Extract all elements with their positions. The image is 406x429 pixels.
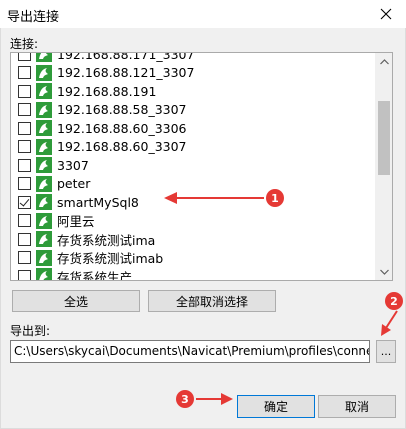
connection-checkbox[interactable] — [18, 158, 31, 172]
vertical-scrollbar[interactable] — [375, 53, 392, 280]
connection-row[interactable]: smartMySql8 — [11, 193, 375, 212]
export-to-label: 导出到: — [10, 324, 51, 338]
chevron-up-icon — [380, 58, 389, 64]
mysql-dolphin-icon — [36, 83, 52, 100]
connection-checkbox[interactable] — [18, 251, 31, 265]
annotation-badge-3: 3 — [176, 390, 194, 408]
scroll-up-arrow[interactable] — [376, 53, 392, 70]
annotation-arrow-2 — [381, 310, 398, 336]
export-path-input[interactable]: C:\Users\skycai\Documents\Navicat\Premiu… — [10, 340, 370, 363]
mysql-dolphin-icon — [36, 120, 52, 137]
scroll-thumb[interactable] — [378, 101, 390, 175]
connection-name: smartMySql8 — [57, 194, 139, 210]
close-button[interactable] — [366, 0, 406, 28]
connection-checkbox[interactable] — [18, 269, 31, 280]
connection-row[interactable]: 192.168.88.60_3307 — [11, 138, 375, 157]
connection-row[interactable]: 192.168.88.191 — [11, 82, 375, 101]
connection-row[interactable]: 存货系统生产 — [11, 267, 375, 281]
connection-list-items: 192.168.88.171_3307 192.168.88.121_3307 19… — [11, 52, 375, 281]
connection-name: 192.168.88.60_3306 — [57, 120, 187, 136]
mysql-dolphin-icon — [36, 231, 52, 248]
scroll-down-arrow[interactable] — [376, 263, 392, 280]
connection-row[interactable]: peter — [11, 175, 375, 194]
connection-row[interactable]: 192.168.88.171_3307 — [11, 52, 375, 64]
mysql-dolphin-icon — [36, 53, 52, 63]
connections-label: 连接: — [10, 37, 39, 51]
connection-row[interactable]: 192.168.88.60_3306 — [11, 119, 375, 138]
connection-checkbox[interactable] — [18, 195, 31, 209]
connection-row[interactable]: 阿里云 — [11, 212, 375, 231]
connection-name: 存货系统测试ima — [57, 232, 156, 248]
title-bar: 导出连接 — [0, 0, 406, 28]
connection-name: 存货系统生产 — [57, 269, 133, 281]
connection-row[interactable]: 192.168.88.121_3307 — [11, 64, 375, 83]
connection-checkbox[interactable] — [18, 214, 31, 228]
ok-button[interactable]: 确定 — [237, 395, 315, 418]
window-title: 导出连接 — [7, 10, 60, 25]
deselect-all-button[interactable]: 全部取消选择 — [148, 290, 276, 312]
connection-row[interactable]: 存货系统测试ima — [11, 230, 375, 249]
annotation-badge-1: 1 — [266, 189, 284, 207]
connection-checkbox[interactable] — [18, 140, 31, 154]
connection-name: 192.168.88.171_3307 — [57, 52, 195, 62]
connection-row[interactable]: 192.168.88.58_3307 — [11, 101, 375, 120]
mysql-dolphin-icon — [36, 157, 52, 174]
browse-button[interactable]: ... — [376, 340, 396, 363]
connection-name: 存货系统测试imab — [57, 251, 164, 267]
connection-checkbox[interactable] — [18, 232, 31, 246]
connection-checkbox[interactable] — [18, 177, 31, 191]
connection-list[interactable]: 192.168.88.171_3307 192.168.88.121_3307 19… — [10, 52, 393, 281]
connection-row[interactable]: 存货系统测试imab — [11, 249, 375, 268]
connection-name: 192.168.88.60_3307 — [57, 139, 187, 155]
mysql-dolphin-icon — [36, 268, 52, 280]
chevron-down-icon — [380, 269, 389, 275]
mysql-dolphin-icon — [36, 64, 52, 81]
connection-checkbox[interactable] — [18, 121, 31, 135]
connection-checkbox[interactable] — [18, 103, 31, 117]
connection-name: 192.168.88.121_3307 — [57, 65, 195, 81]
annotation-badge-2: 2 — [385, 292, 403, 310]
connection-checkbox[interactable] — [18, 84, 31, 98]
connection-name: 192.168.88.58_3307 — [57, 102, 187, 118]
connection-checkbox[interactable] — [18, 66, 31, 80]
connection-name: 阿里云 — [57, 214, 95, 230]
connection-row[interactable]: 3307 — [11, 156, 375, 175]
connection-name: 192.168.88.191 — [57, 83, 157, 99]
mysql-dolphin-icon — [36, 194, 52, 211]
cancel-button[interactable]: 取消 — [318, 395, 396, 418]
mysql-dolphin-icon — [36, 212, 52, 229]
connection-checkbox[interactable] — [18, 53, 31, 61]
annotation-arrow-3 — [196, 393, 233, 405]
mysql-dolphin-icon — [36, 138, 52, 155]
mysql-dolphin-icon — [36, 175, 52, 192]
connection-name: peter — [57, 176, 91, 192]
connection-name: 3307 — [57, 157, 89, 173]
mysql-dolphin-icon — [36, 101, 52, 118]
close-icon — [380, 8, 392, 20]
select-all-button[interactable]: 全选 — [12, 290, 140, 312]
mysql-dolphin-icon — [36, 249, 52, 266]
